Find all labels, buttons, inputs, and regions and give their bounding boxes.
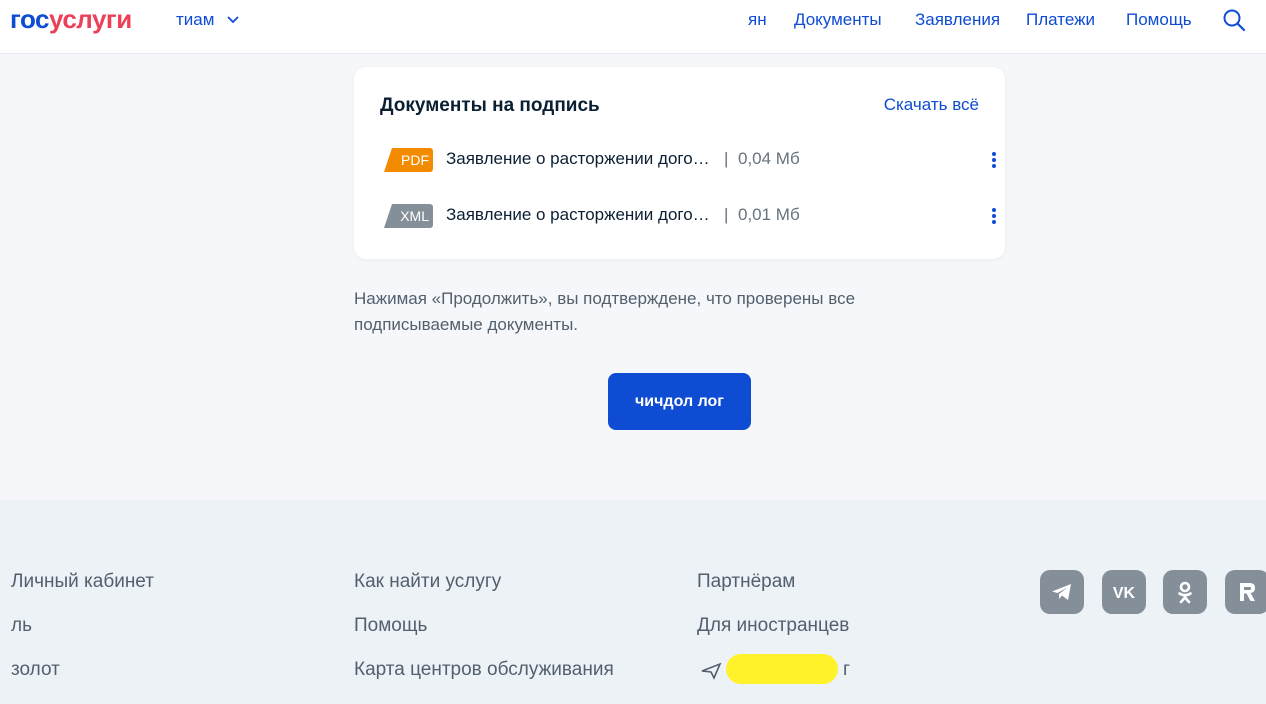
- odnoklassniki-icon[interactable]: [1163, 570, 1207, 614]
- documents-card: Документы на подпись Скачать всё PDF Зая…: [354, 67, 1005, 259]
- footer-link[interactable]: ль: [11, 614, 32, 638]
- xml-file-icon: XML: [382, 204, 434, 228]
- document-name[interactable]: Заявление о расторжении дого…: [446, 205, 710, 225]
- document-row: PDF Заявление о расторжении дого… | 0,04…: [382, 146, 996, 174]
- region-selector[interactable]: тиам: [176, 10, 214, 30]
- footer-link-foreigners[interactable]: Для иностранцев: [697, 614, 849, 638]
- vk-icon[interactable]: VK: [1102, 570, 1146, 614]
- search-icon[interactable]: [1222, 8, 1246, 32]
- footer-link-help[interactable]: Помощь: [354, 614, 427, 638]
- logo-part1: гос: [10, 4, 50, 34]
- redaction-mark: [726, 654, 838, 684]
- footer-link[interactable]: золот: [11, 658, 60, 682]
- separator: |: [724, 149, 729, 168]
- file-type-label: PDF: [401, 152, 429, 168]
- continue-button[interactable]: чичдол лог: [608, 373, 751, 430]
- nav-item-applications[interactable]: Заявления: [915, 10, 1000, 30]
- more-options-icon[interactable]: [982, 204, 1006, 228]
- footer-link-service-centers-map[interactable]: Карта центров обслуживания: [354, 658, 614, 682]
- nav-item-main[interactable]: ян: [748, 10, 767, 30]
- logo-part2: услуги: [49, 4, 132, 34]
- send-icon: [701, 662, 722, 680]
- separator: |: [724, 205, 729, 224]
- header: госуслуги тиам ян Документы Заявления Пл…: [0, 0, 1266, 54]
- nav-item-payments[interactable]: Платежи: [1026, 10, 1095, 30]
- document-size: 0,01 Мб: [738, 205, 800, 224]
- footer: Личный кабинет ль золот Как найти услугу…: [0, 500, 1266, 704]
- rutube-icon[interactable]: [1225, 570, 1266, 614]
- footer-link-find-service[interactable]: Как найти услугу: [354, 570, 501, 594]
- chevron-down-icon[interactable]: [226, 13, 240, 27]
- document-size: 0,04 Мб: [738, 149, 800, 168]
- confirmation-note: Нажимая «Продолжить», вы подтверждене, ч…: [354, 289, 856, 334]
- footer-link-partners[interactable]: Партнёрам: [697, 570, 795, 594]
- footer-link-personal-account[interactable]: Личный кабинет: [11, 570, 154, 594]
- download-all-link[interactable]: Скачать всё: [884, 95, 979, 115]
- document-row: XML Заявление о расторжении дого… | 0,01…: [382, 202, 996, 230]
- card-title: Документы на подпись: [380, 95, 600, 116]
- more-options-icon[interactable]: [982, 148, 1006, 172]
- telegram-icon[interactable]: [1040, 570, 1084, 614]
- footer-link[interactable]: г: [843, 658, 850, 682]
- pdf-file-icon: PDF: [382, 148, 434, 172]
- document-name[interactable]: Заявление о расторжении дого…: [446, 149, 710, 169]
- file-type-label: XML: [400, 208, 429, 224]
- svg-text:VK: VK: [1113, 585, 1136, 602]
- nav-item-documents[interactable]: Документы: [794, 10, 882, 30]
- gosuslugi-logo[interactable]: госуслуги: [10, 4, 132, 34]
- nav-item-help[interactable]: Помощь: [1126, 10, 1192, 30]
